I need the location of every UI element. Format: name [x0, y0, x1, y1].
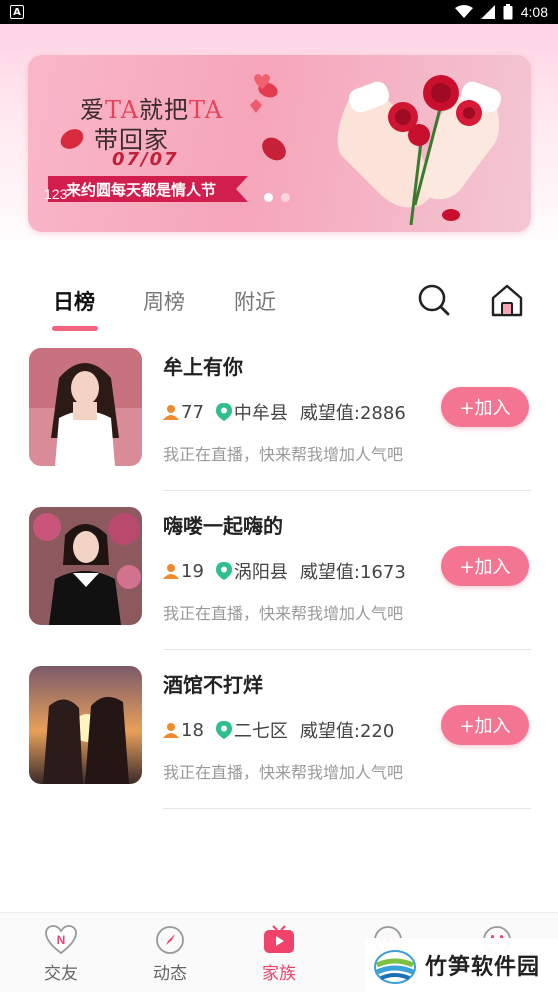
nav-label-moments: 动态	[153, 964, 187, 984]
tv-play-icon	[264, 925, 294, 953]
family-row[interactable]: 酒馆不打烊 18 二七区 威望值:220 我正在直播，快来帮我增加人气吧 +加入	[0, 663, 558, 821]
wifi-icon	[454, 5, 473, 18]
family-prestige: 威望值:1673	[299, 562, 406, 583]
row-divider	[163, 490, 531, 491]
bamboo-logo-icon	[374, 950, 416, 984]
join-button[interactable]: +加入	[441, 705, 529, 745]
family-location: 中牟县	[233, 403, 288, 424]
svg-text:N: N	[57, 933, 66, 947]
location-pin-icon	[215, 403, 232, 421]
nav-item-moments[interactable]: 动态	[130, 925, 210, 984]
family-description: 我正在直播，快来帮我增加人气吧	[163, 445, 404, 464]
tab-weekly[interactable]: 周榜	[143, 286, 185, 316]
member-count-icon	[163, 404, 179, 420]
battery-icon	[503, 4, 513, 20]
family-prestige: 威望值:220	[299, 721, 395, 742]
nav-label-family: 家族	[262, 964, 296, 984]
banner-ribbon: 来约圆每天都是情人节	[48, 176, 248, 202]
promo-banner[interactable]: 爱TA就把TA 带回家 07/07 来约圆每天都是情人节 123	[28, 55, 531, 232]
family-avatar[interactable]	[29, 666, 142, 784]
app-notification-icon: A	[10, 5, 24, 19]
hands-roses-illustration	[337, 75, 502, 226]
nav-label-friends: 交友	[44, 964, 78, 984]
tab-nearby[interactable]: 附近	[234, 286, 276, 316]
family-meta: 18 二七区 威望值:220	[163, 718, 394, 742]
family-description: 我正在直播，快来帮我增加人气吧	[163, 604, 404, 623]
nav-item-friends[interactable]: N 交友	[21, 925, 101, 984]
watermark: 竹笋软件园	[365, 938, 558, 992]
family-prestige: 威望值:2886	[299, 403, 406, 424]
home-icon[interactable]	[489, 282, 525, 318]
signal-icon	[480, 5, 495, 19]
family-avatar[interactable]	[29, 507, 142, 625]
active-tab-indicator	[52, 326, 98, 331]
family-name: 酒馆不打烊	[163, 673, 263, 697]
banner-date: 07/07	[112, 149, 179, 170]
family-location: 涡阳县	[233, 562, 288, 583]
member-count: 77	[181, 401, 204, 423]
family-description: 我正在直播，快来帮我增加人气吧	[163, 763, 404, 782]
compass-icon	[156, 926, 184, 954]
watermark-text: 竹笋软件园	[425, 955, 541, 980]
location-pin-icon	[215, 562, 232, 580]
status-time: 4:08	[520, 4, 548, 20]
tab-daily[interactable]: 日榜	[53, 286, 95, 316]
family-name: 牟上有你	[163, 355, 243, 379]
banner-caption: 123	[44, 186, 68, 202]
family-name: 嗨喽一起嗨的	[163, 514, 283, 538]
search-icon[interactable]	[416, 282, 452, 318]
pagination-dot-2[interactable]	[281, 193, 290, 202]
nav-item-family[interactable]: 家族	[239, 925, 319, 984]
ranking-tabs: 日榜 周榜 附近	[0, 278, 558, 338]
member-count: 19	[181, 560, 204, 582]
member-count-icon	[163, 722, 179, 738]
banner-title: 爱TA就把TA 带回家	[80, 96, 224, 154]
family-meta: 19 涡阳县 威望值:1673	[163, 559, 406, 583]
family-avatar[interactable]	[29, 348, 142, 466]
status-bar: A 4:08	[0, 0, 558, 24]
family-row[interactable]: 牟上有你 77 中牟县 威望值:2886 我正在直播，快来帮我增加人气吧 +加入	[0, 345, 558, 503]
row-divider	[163, 808, 531, 809]
location-pin-icon	[215, 721, 232, 739]
member-count-icon	[163, 563, 179, 579]
heart-n-icon: N	[45, 925, 77, 955]
banner-pagination[interactable]	[264, 193, 290, 202]
row-divider	[163, 649, 531, 650]
join-button[interactable]: +加入	[441, 387, 529, 427]
join-button[interactable]: +加入	[441, 546, 529, 586]
family-meta: 77 中牟县 威望值:2886	[163, 400, 406, 424]
family-location: 二七区	[233, 721, 288, 742]
family-row[interactable]: 嗨喽一起嗨的 19 涡阳县 威望值:1673 我正在直播，快来帮我增加人气吧 +…	[0, 504, 558, 662]
member-count: 18	[181, 719, 204, 741]
pagination-dot-1[interactable]	[264, 193, 273, 202]
